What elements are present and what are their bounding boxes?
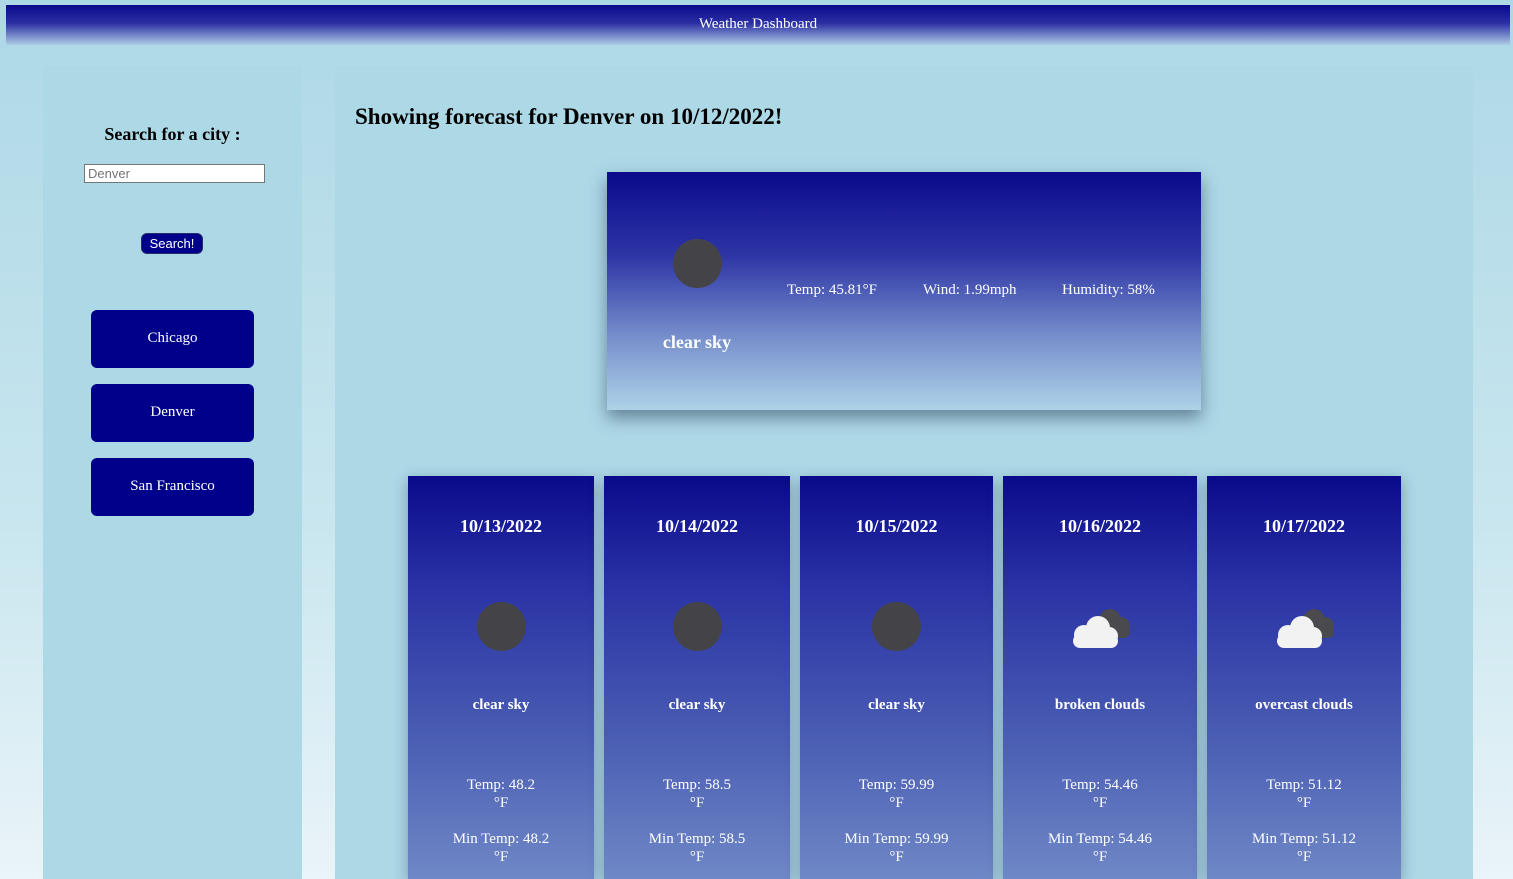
forecast-description: clear sky [868, 697, 925, 713]
page-title: Showing forecast for Denver on 10/12/202… [355, 104, 783, 129]
app-header: Weather Dashboard [6, 5, 1510, 45]
forecast-temp-unit: °F [1296, 795, 1312, 811]
forecast-min-temp-value: Min Temp: 51.12 [1251, 831, 1357, 847]
city-search-input[interactable] [84, 164, 265, 183]
forecast-temp: Temp: 54.46 °F [1003, 776, 1197, 812]
forecast-card: 10/15/2022 clear sky Temp: 59.99 °F Min … [800, 476, 993, 879]
forecast-description: broken clouds [1054, 697, 1146, 713]
forecast-date: 10/15/2022 [855, 516, 938, 536]
forecast-temp: Temp: 48.2 °F [408, 776, 594, 812]
forecast-card: 10/16/2022 broken clouds Temp: 54.46 °F … [1003, 476, 1197, 879]
forecast-min-temp-unit: °F [1092, 849, 1108, 865]
forecast-min-temp: Min Temp: 48.2 °F [408, 830, 594, 866]
cloud-icon [1277, 609, 1334, 648]
forecast-description: clear sky [668, 697, 726, 713]
app-title: Weather Dashboard [698, 15, 818, 32]
search-button[interactable]: Search! [141, 233, 203, 254]
forecast-date: 10/17/2022 [1262, 516, 1345, 536]
forecast-description: overcast clouds [1255, 697, 1353, 713]
city-button-label: Denver [150, 403, 195, 420]
moon-icon [872, 602, 921, 651]
forecast-date: 10/16/2022 [1058, 516, 1141, 536]
city-button-label: San Francisco [130, 477, 215, 494]
forecast-card: 10/17/2022 overcast clouds Temp: 51.12 °… [1207, 476, 1401, 879]
forecast-temp-value: Temp: 48.2 [466, 777, 536, 793]
current-humidity: Humidity: 58% [1062, 282, 1155, 298]
moon-icon [673, 239, 722, 288]
forecast-min-temp: Min Temp: 54.46 °F [1003, 830, 1197, 866]
moon-icon [477, 602, 526, 651]
forecast-min-temp-unit: °F [889, 849, 904, 865]
forecast-min-temp-unit: °F [1296, 849, 1312, 865]
forecast-temp-unit: °F [493, 795, 509, 811]
forecast-temp: Temp: 58.5 °F [604, 776, 790, 812]
cloud-icon [1073, 609, 1130, 648]
forecast-min-temp: Min Temp: 51.12 °F [1207, 830, 1401, 866]
city-button-denver[interactable]: Denver [91, 384, 254, 442]
forecast-card: 10/14/2022 clear sky Temp: 58.5 °F Min T… [604, 476, 790, 879]
forecast-min-temp-unit: °F [689, 849, 705, 865]
forecast-min-temp: Min Temp: 59.99 °F [800, 830, 993, 866]
forecast-temp-unit: °F [889, 795, 904, 811]
current-temp: Temp: 45.81°F [787, 282, 877, 298]
search-label: Search for a city : [104, 124, 241, 144]
current-weather-card: clear sky Temp: 45.81°F Wind: 1.99mph Hu… [607, 172, 1201, 410]
forecast-date: 10/13/2022 [459, 516, 542, 536]
forecast-temp: Temp: 59.99 °F [800, 776, 993, 812]
forecast-min-temp-value: Min Temp: 58.5 [648, 831, 746, 847]
forecast-temp-unit: °F [1092, 795, 1108, 811]
city-button-label: Chicago [147, 329, 198, 346]
forecast-min-temp-value: Min Temp: 54.46 [1047, 831, 1153, 847]
forecast-min-temp-value: Min Temp: 48.2 [452, 831, 550, 847]
forecast-card: 10/13/2022 clear sky Temp: 48.2 °F Min T… [408, 476, 594, 879]
forecast-min-temp-value: Min Temp: 59.99 [844, 831, 949, 847]
forecast-date: 10/14/2022 [655, 516, 738, 536]
forecast-temp-value: Temp: 59.99 [858, 777, 935, 793]
city-button-san-francisco[interactable]: San Francisco [91, 458, 254, 516]
forecast-temp: Temp: 51.12 °F [1207, 776, 1401, 812]
city-button-chicago[interactable]: Chicago [91, 310, 254, 368]
forecast-description: clear sky [472, 697, 530, 713]
forecast-temp-value: Temp: 58.5 [662, 777, 732, 793]
forecast-min-temp-unit: °F [493, 849, 509, 865]
current-weather-description: clear sky [662, 332, 732, 352]
forecast-temp-value: Temp: 51.12 [1266, 777, 1342, 793]
forecast-temp-value: Temp: 54.46 [1062, 777, 1138, 793]
current-wind: Wind: 1.99mph [923, 282, 1017, 298]
forecast-min-temp: Min Temp: 58.5 °F [604, 830, 790, 866]
moon-icon [673, 602, 722, 651]
forecast-temp-unit: °F [689, 795, 705, 811]
